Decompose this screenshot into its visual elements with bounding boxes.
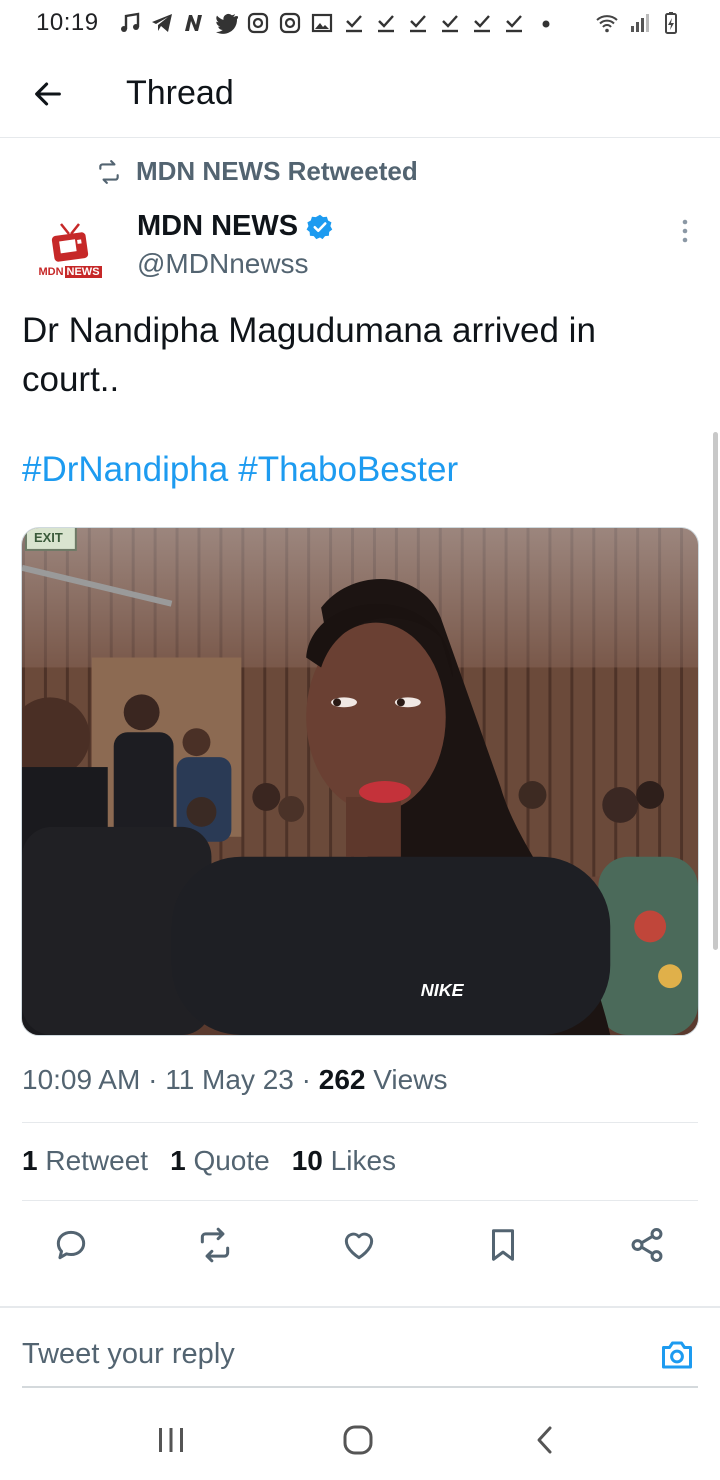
reply-input[interactable] (22, 1332, 622, 1376)
news-app-icon (181, 10, 207, 36)
retweeted-by-banner[interactable]: MDN NEWS Retweeted (96, 156, 418, 187)
telegram-icon (149, 10, 175, 36)
tweet-text: Dr Nandipha Magudumana arrived in court.… (22, 311, 596, 399)
download-done-icon (469, 10, 495, 36)
tweet-metadata: 10:09 AM · 11 May 23 · 262 Views (22, 1064, 447, 1096)
avatar-text-news: NEWS (64, 266, 102, 278)
status-time: 10:19 (36, 9, 99, 36)
twitter-icon (213, 10, 239, 36)
mdn-tv-logo (51, 223, 89, 262)
tweet-date: 11 May 23 (165, 1064, 294, 1095)
divider (22, 1200, 698, 1201)
engagement-stats: 1 Retweet 1 Quote 10 Likes (22, 1145, 396, 1177)
download-done-icon (341, 10, 367, 36)
download-done-icon (501, 10, 527, 36)
instagram-icon (245, 10, 271, 36)
chevron-left-icon (537, 1426, 552, 1454)
status-bar: 10:19 (0, 0, 720, 46)
camera-button[interactable] (656, 1334, 698, 1376)
home-button[interactable] (333, 1420, 383, 1460)
views-label: Views (373, 1064, 448, 1095)
retweets-stat[interactable]: 1 Retweet (22, 1145, 148, 1177)
download-done-icon (405, 10, 431, 36)
retweeted-by-text: MDN NEWS Retweeted (136, 156, 418, 186)
camera-icon (662, 1341, 692, 1369)
hashtag-link[interactable]: #ThaboBester (238, 450, 458, 489)
battery-charging-icon (658, 10, 684, 36)
more-vertical-icon (682, 219, 688, 243)
likes-label: Likes (330, 1145, 397, 1176)
views-count: 262 (318, 1064, 366, 1095)
reply-underline (22, 1386, 698, 1388)
reply-icon (56, 1230, 86, 1260)
tweet-photo[interactable]: EXIT NIKE (21, 527, 699, 1036)
share-button[interactable] (624, 1222, 670, 1268)
recents-icon (159, 1428, 183, 1452)
retweet-button[interactable] (192, 1222, 238, 1268)
share-icon (631, 1227, 663, 1263)
system-navigation-bar (0, 1400, 720, 1480)
meta-separator: · (301, 1064, 311, 1095)
tweet-actions-bar (0, 1212, 720, 1278)
tweet-hashtags: #DrNandipha #ThaboBester (22, 450, 468, 490)
system-icons (594, 10, 684, 36)
reply-composer (0, 1306, 720, 1390)
heart-icon (344, 1232, 374, 1260)
instagram-icon (277, 10, 303, 36)
recent-apps-button[interactable] (146, 1420, 196, 1460)
author-display-name: MDN NEWS (137, 210, 299, 242)
notification-icons (117, 10, 559, 36)
hashtag-link[interactable]: #DrNandipha (22, 450, 228, 489)
like-button[interactable] (336, 1222, 382, 1268)
system-back-button[interactable] (520, 1420, 570, 1460)
likes-count: 10 (291, 1145, 323, 1176)
arrow-left-icon (35, 82, 61, 105)
top-app-bar: Thread (0, 50, 720, 138)
home-circle-icon (343, 1425, 373, 1455)
scrollbar[interactable] (713, 432, 718, 950)
retweets-label: Retweet (45, 1145, 149, 1176)
divider (22, 1122, 698, 1123)
verified-badge-icon (306, 214, 333, 239)
bookmark-icon (491, 1229, 515, 1261)
exit-sign-text: EXIT (34, 530, 63, 545)
wifi-icon (594, 10, 620, 36)
likes-stat[interactable]: 10 Likes (292, 1145, 396, 1177)
bookmark-button[interactable] (480, 1222, 526, 1268)
author-handle[interactable]: @MDNnewss (137, 248, 309, 280)
shirt-logo-text: NIKE (421, 980, 465, 1000)
author-name[interactable]: MDN NEWS (137, 210, 334, 243)
quotes-stat[interactable]: 1 Quote (170, 1145, 270, 1177)
retweets-count: 1 (22, 1145, 38, 1176)
back-button[interactable] (18, 64, 78, 124)
avatar-text-mdn: MDN (38, 266, 64, 278)
tweet-time: 10:09 AM (22, 1064, 141, 1095)
download-done-icon (373, 10, 399, 36)
meta-separator: · (148, 1064, 158, 1095)
courtroom-photo: EXIT NIKE (22, 528, 698, 1035)
download-done-icon (437, 10, 463, 36)
more-notifications-dot-icon (533, 10, 559, 36)
reply-button[interactable] (48, 1222, 94, 1268)
quotes-label: Quote (193, 1145, 270, 1176)
more-options-button[interactable] (668, 214, 702, 248)
retweet-icon (200, 1227, 230, 1263)
quotes-count: 1 (170, 1145, 186, 1176)
gallery-icon (309, 10, 335, 36)
page-title: Thread (126, 74, 234, 112)
music-icon (117, 10, 143, 36)
retweet-icon (99, 159, 119, 184)
avatar[interactable]: MDN NEWS (22, 208, 118, 278)
signal-icon (626, 10, 652, 36)
